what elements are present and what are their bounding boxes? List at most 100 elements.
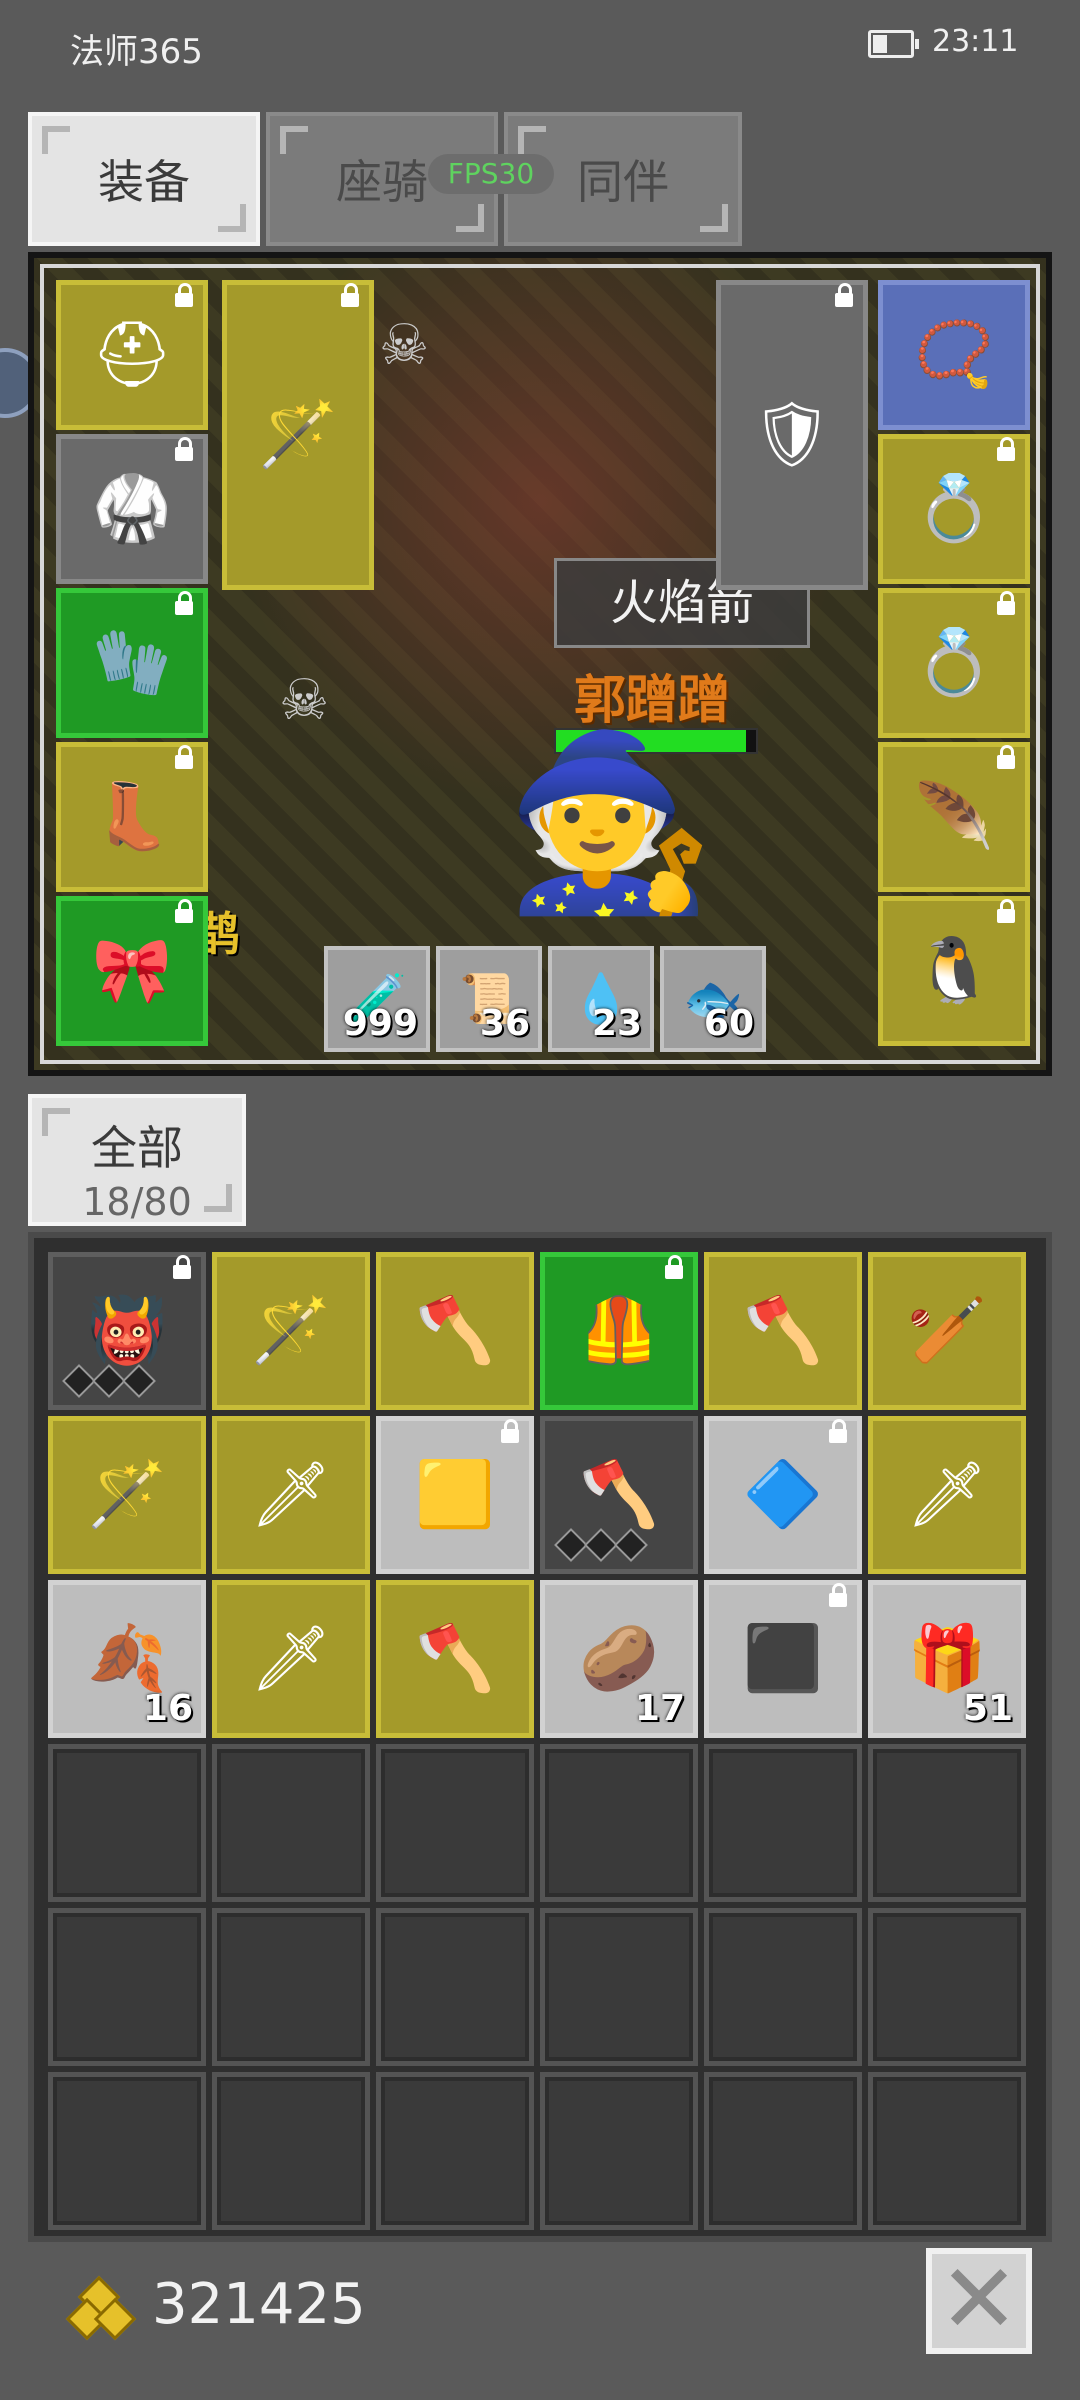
inventory-item[interactable]: 🗡 — [212, 1416, 370, 1574]
player-name: 郭蹭蹭 — [574, 671, 731, 731]
item-count: 999 — [342, 1003, 418, 1044]
lock-icon — [501, 1419, 519, 1443]
inventory-empty-slot[interactable] — [704, 1744, 862, 1902]
inventory-item[interactable]: 🗡 — [868, 1416, 1026, 1574]
equip-slot-boots[interactable]: 👢 — [56, 742, 208, 892]
inventory-filter-all[interactable]: 全部 18/80 — [28, 1094, 246, 1226]
equip-slot-armor[interactable]: 🥋 — [56, 434, 208, 584]
quickbar-slot[interactable]: 🐟 60 — [660, 946, 766, 1052]
lock-icon — [997, 745, 1015, 769]
inventory-empty-slot[interactable] — [212, 2072, 370, 2230]
necklace-icon: 📿 — [914, 318, 994, 392]
inventory-empty-slot[interactable] — [868, 2072, 1026, 2230]
lock-icon — [341, 283, 359, 307]
quickbar-slot[interactable]: 🧪 999 — [324, 946, 430, 1052]
inventory-item[interactable]: 🥔 17 — [540, 1580, 698, 1738]
item-icon: 🪄 — [251, 1294, 331, 1368]
inventory-empty-slot[interactable] — [704, 2072, 862, 2230]
item-icon: 🗡 — [250, 1458, 332, 1532]
item-count: 36 — [479, 1003, 530, 1044]
inventory-empty-slot[interactable] — [540, 2072, 698, 2230]
equip-slot-wings[interactable]: 🪶 — [878, 742, 1030, 892]
inventory-empty-slot[interactable] — [376, 2072, 534, 2230]
lock-icon — [175, 591, 193, 615]
close-button[interactable]: ✕ — [926, 2248, 1032, 2354]
equip-slot-ring-1[interactable]: 💍 — [878, 434, 1030, 584]
inventory-empty-slot[interactable] — [540, 1744, 698, 1902]
inventory-empty-slot[interactable] — [540, 1908, 698, 2066]
gem-sockets — [62, 1364, 156, 1398]
inventory-item[interactable]: ⬛ — [704, 1580, 862, 1738]
inventory-empty-slot[interactable] — [868, 1744, 1026, 1902]
tab-equipment-label: 装备 — [98, 155, 190, 209]
inventory-grid[interactable]: 👹 🪄 🪓 🦺 🪓 🏏 🪄 🗡 🟨 🪓 🔷 🗡 🍂 16 🗡 🪓 🥔 17 ⬛ 🎁 51 — [28, 1232, 1052, 2242]
inventory-item[interactable]: 🏏 — [868, 1252, 1026, 1410]
inventory-item[interactable]: 🪄 — [212, 1252, 370, 1410]
tab-equipment[interactable]: 装备 — [28, 112, 260, 246]
shield-icon: 🛡 — [751, 398, 833, 472]
inventory-empty-slot[interactable] — [376, 1744, 534, 1902]
ring-1-icon: 💍 — [914, 472, 994, 546]
inventory-item[interactable]: 🗡 — [212, 1580, 370, 1738]
inventory-empty-slot[interactable] — [376, 1908, 534, 2066]
inventory-empty-slot[interactable] — [868, 1908, 1026, 2066]
inventory-item[interactable]: 🪓 — [376, 1252, 534, 1410]
item-icon: 🍂 — [87, 1622, 167, 1696]
inventory-item[interactable]: 🔷 — [704, 1416, 862, 1574]
inventory-item[interactable]: 🪓 — [540, 1416, 698, 1574]
character-scene: ☠ ☠ 火焰箭 郭蹭蹭 🧙 鹊 ⛑ 🥋 🧤 👢 🎀 🪄 🛡 📿 💍 💍 🪶 🐧 🧪 999 📜 36 💧… — [28, 252, 1052, 1076]
skull-decoration: ☠ — [279, 668, 330, 733]
inventory-empty-slot[interactable] — [48, 1744, 206, 1902]
inventory-item[interactable]: 🪓 — [704, 1252, 862, 1410]
lock-icon — [835, 283, 853, 307]
item-icon: ⬛ — [743, 1622, 823, 1696]
item-icon: 🪄 — [87, 1458, 167, 1532]
lock-icon — [175, 745, 193, 769]
inventory-item[interactable]: 🍂 16 — [48, 1580, 206, 1738]
inventory-item[interactable]: 🎁 51 — [868, 1580, 1026, 1738]
inventory-item[interactable]: 🦺 — [540, 1252, 698, 1410]
item-icon: 🪓 — [415, 1294, 495, 1368]
inventory-item[interactable]: 🪓 — [376, 1580, 534, 1738]
inventory-item[interactable]: 🟨 — [376, 1416, 534, 1574]
lock-icon — [997, 899, 1015, 923]
armor-icon: 🥋 — [92, 472, 172, 546]
inventory-item[interactable]: 👹 — [48, 1252, 206, 1410]
belt-icon: 🎀 — [92, 934, 172, 1008]
equip-slot-gloves[interactable]: 🧤 — [56, 588, 208, 738]
equip-slot-necklace[interactable]: 📿 — [878, 280, 1030, 430]
inventory-empty-slot[interactable] — [704, 1908, 862, 2066]
player-character-sprite[interactable]: 🧙 — [504, 738, 716, 908]
inventory-empty-slot[interactable] — [48, 1908, 206, 2066]
item-count: 17 — [634, 1688, 685, 1729]
inventory-empty-slot[interactable] — [212, 1744, 370, 1902]
app-title: 法师365 — [70, 32, 203, 72]
item-count: 51 — [962, 1688, 1013, 1729]
item-icon: 🪓 — [579, 1458, 659, 1532]
battery-icon — [868, 30, 919, 58]
equip-slot-helmet[interactable]: ⛑ — [56, 280, 208, 430]
gloves-icon: 🧤 — [92, 626, 172, 700]
item-count: 60 — [703, 1003, 754, 1044]
pet-card-icon: 🐧 — [914, 934, 994, 1008]
lock-icon — [997, 591, 1015, 615]
inventory-empty-slot[interactable] — [48, 2072, 206, 2230]
ring-2-icon: 💍 — [914, 626, 994, 700]
gold-amount: 321425 — [152, 2272, 366, 2337]
equip-slot-ring-2[interactable]: 💍 — [878, 588, 1030, 738]
weapon-slot[interactable]: 🪄 — [222, 280, 374, 590]
item-count: 16 — [142, 1688, 193, 1729]
item-icon: 🪓 — [415, 1622, 495, 1696]
gem-socket-icon — [554, 1528, 588, 1562]
quickbar-slot[interactable]: 💧 23 — [548, 946, 654, 1052]
item-icon: 🎁 — [907, 1622, 987, 1696]
equip-slot-belt[interactable]: 🎀 — [56, 896, 208, 1046]
inventory-item[interactable]: 🪄 — [48, 1416, 206, 1574]
inventory-empty-slot[interactable] — [212, 1908, 370, 2066]
quickbar-slot[interactable]: 📜 36 — [436, 946, 542, 1052]
status-bar: 法师365 23:11 — [0, 0, 1080, 90]
lock-icon — [829, 1583, 847, 1607]
gem-socket-icon — [62, 1364, 96, 1398]
equip-slot-pet-card[interactable]: 🐧 — [878, 896, 1030, 1046]
offhand-slot[interactable]: 🛡 — [716, 280, 868, 590]
